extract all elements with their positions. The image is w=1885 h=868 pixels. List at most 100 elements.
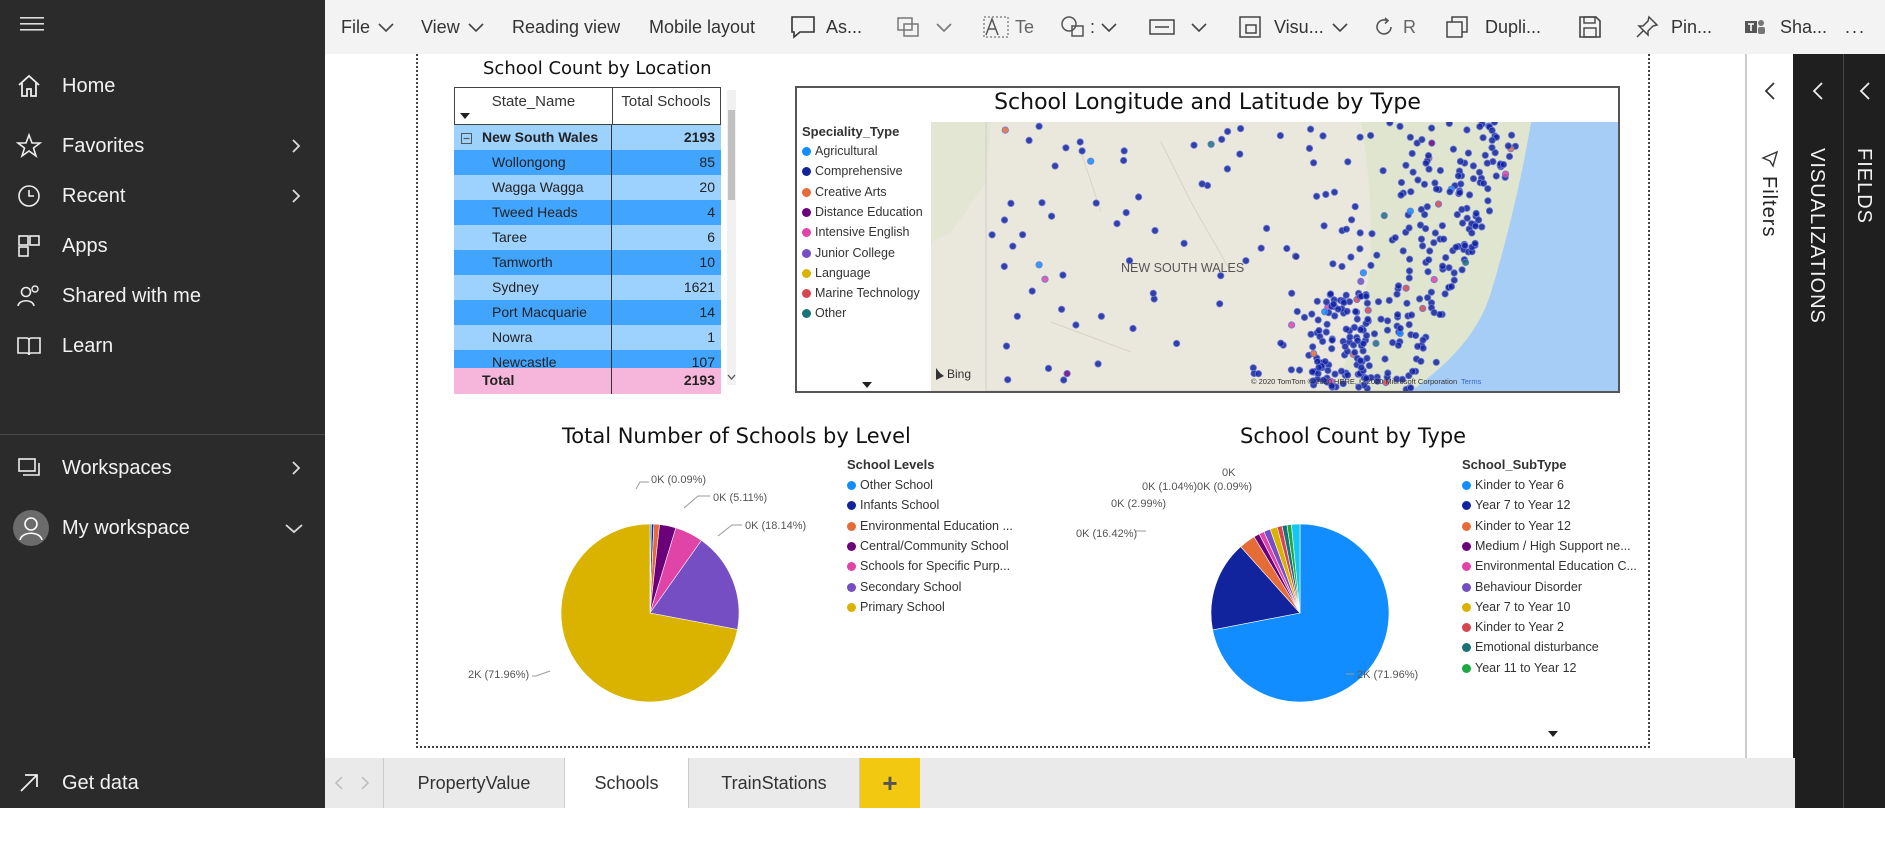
add-page-button[interactable]: + [860, 758, 920, 808]
nav-item-favorites[interactable]: Favorites [0, 121, 325, 171]
school-point[interactable] [1367, 261, 1375, 269]
school-point[interactable] [1413, 342, 1422, 350]
school-point[interactable] [1485, 207, 1494, 215]
school-point[interactable] [1445, 264, 1453, 272]
shapes-button[interactable]: : [1060, 0, 1117, 54]
tab-propertyvalue[interactable]: PropertyValue [383, 758, 565, 808]
school-point[interactable] [1038, 199, 1046, 207]
type-pie-chart[interactable]: 0K 0K (1.04%) 0K (0.09%) 0K (2.99%) 0K (… [1060, 440, 1460, 720]
school-point[interactable] [1417, 357, 1425, 365]
school-point[interactable] [1505, 152, 1514, 161]
school-point[interactable] [1223, 127, 1232, 136]
school-point[interactable] [1009, 242, 1017, 250]
school-point[interactable] [1474, 216, 1483, 224]
school-point[interactable] [1094, 360, 1102, 368]
school-point[interactable] [1092, 199, 1100, 207]
school-point[interactable] [1062, 144, 1070, 152]
school-point[interactable] [1035, 122, 1043, 130]
legend-item[interactable]: Creative Arts [802, 185, 887, 199]
school-point[interactable] [1190, 141, 1198, 149]
school-point[interactable] [1417, 235, 1426, 243]
school-point[interactable] [1432, 358, 1440, 366]
school-point[interactable] [1236, 150, 1244, 158]
pin-button[interactable]: Pin... [1635, 0, 1712, 54]
header-state-name[interactable]: State_Name [455, 88, 613, 124]
school-point[interactable] [1277, 339, 1285, 347]
fields-pane[interactable]: FIELDS [1843, 54, 1885, 808]
school-point[interactable] [1420, 180, 1429, 188]
school-count-matrix[interactable]: State_Name Total Schools New South Wales… [454, 87, 721, 394]
school-point[interactable] [1300, 313, 1309, 321]
school-point[interactable] [1359, 339, 1367, 348]
nav-item-learn[interactable]: Learn [0, 321, 325, 371]
legend-item[interactable]: Junior College [802, 246, 895, 260]
chevron-left-icon[interactable] [1811, 82, 1825, 100]
school-point[interactable] [1445, 122, 1453, 127]
school-point[interactable] [1419, 336, 1427, 344]
school-point[interactable] [1322, 190, 1330, 199]
school-point[interactable] [1351, 308, 1360, 316]
school-point[interactable] [1025, 136, 1033, 144]
chevron-left-icon[interactable] [1763, 82, 1777, 100]
legend-item[interactable]: Marine Technology [802, 286, 920, 300]
legend-item[interactable]: Environmental Education C... [1462, 559, 1637, 573]
school-point[interactable] [1507, 131, 1516, 139]
legend-item[interactable]: Infants School [847, 498, 939, 512]
school-point[interactable] [1458, 205, 1466, 214]
school-point[interactable] [1000, 216, 1009, 224]
hamburger-menu-icon[interactable] [20, 14, 44, 34]
school-point[interactable] [1454, 172, 1463, 180]
visualizations-pane[interactable]: VISUALIZATIONS [1793, 54, 1843, 808]
school-point[interactable] [1004, 376, 1012, 384]
school-point[interactable] [1315, 326, 1323, 335]
school-point[interactable] [1223, 165, 1231, 173]
school-point[interactable] [1313, 297, 1321, 305]
school-point[interactable] [1323, 320, 1331, 328]
school-point[interactable] [1501, 170, 1510, 178]
school-point[interactable] [1453, 211, 1461, 219]
scrollbar-thumb[interactable] [728, 110, 735, 200]
school-point[interactable] [1342, 325, 1350, 333]
map-terms-link[interactable]: Terms [1461, 377, 1482, 386]
school-point[interactable] [1326, 290, 1335, 298]
school-point[interactable] [1406, 207, 1414, 215]
school-point[interactable] [1374, 298, 1383, 306]
school-point[interactable] [1044, 364, 1053, 372]
school-point[interactable] [1314, 370, 1322, 378]
school-point[interactable] [1488, 144, 1496, 152]
school-point[interactable] [1461, 258, 1470, 267]
school-point[interactable] [1393, 290, 1401, 298]
tab-trainstations[interactable]: TrainStations [689, 758, 860, 808]
legend-item[interactable]: Environmental Education ... [847, 519, 1013, 533]
school-point[interactable] [1329, 260, 1337, 268]
school-point[interactable] [988, 231, 996, 239]
legend-item[interactable]: Other [802, 306, 846, 320]
school-point[interactable] [1351, 203, 1359, 211]
school-point[interactable] [1342, 291, 1350, 299]
school-point[interactable] [1421, 225, 1430, 233]
school-point[interactable] [1151, 227, 1159, 235]
school-point[interactable] [1347, 216, 1356, 224]
school-point[interactable] [1135, 193, 1143, 201]
legend-item[interactable]: Primary School [847, 600, 945, 614]
text-box-button[interactable]: Te [983, 0, 1034, 54]
nav-item-apps[interactable]: Apps [0, 221, 325, 271]
legend-item[interactable]: Emotional disturbance [1462, 640, 1599, 654]
tab-scroll-right-icon[interactable] [359, 776, 371, 790]
legend-item[interactable]: Medium / High Support ne... [1462, 539, 1631, 553]
school-point[interactable] [1035, 261, 1043, 269]
matrix-row[interactable]: Newcastle 107 [454, 350, 721, 368]
school-point[interactable] [1430, 276, 1438, 284]
school-point[interactable] [1405, 267, 1414, 275]
legend-item[interactable]: Distance Education [802, 205, 923, 219]
school-point[interactable] [1402, 161, 1410, 169]
school-point[interactable] [1318, 337, 1327, 345]
scroll-down-icon[interactable] [727, 373, 736, 381]
legend-item[interactable]: Comprehensive [802, 164, 903, 178]
legend-item[interactable]: Central/Community School [847, 539, 1009, 553]
school-map-visual[interactable]: School Longitude and Latitude by Type Sp… [795, 86, 1620, 393]
legend-item[interactable]: Language [802, 266, 871, 280]
legend-item[interactable]: Behaviour Disorder [1462, 580, 1582, 594]
school-point[interactable] [1007, 199, 1015, 208]
school-point[interactable] [1364, 315, 1372, 323]
